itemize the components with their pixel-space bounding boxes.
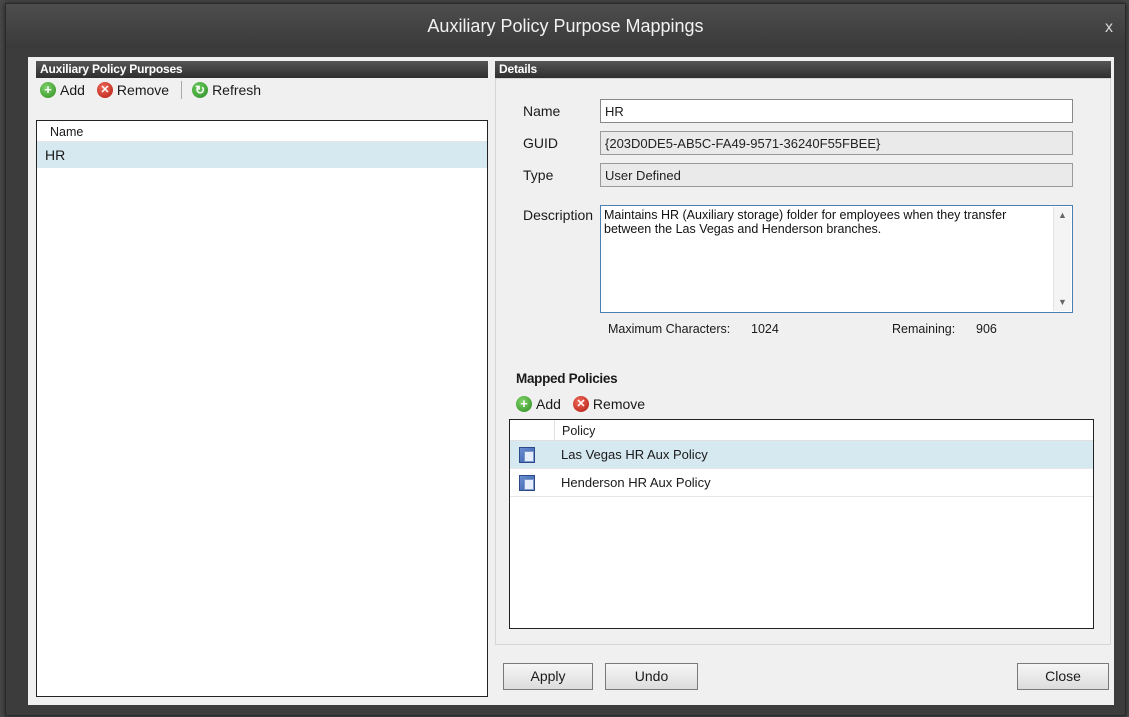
policy-name: Las Vegas HR Aux Policy [561,447,708,462]
close-button[interactable]: Close [1017,663,1109,690]
description-textarea[interactable]: Maintains HR (Auxiliary storage) folder … [600,205,1073,313]
mapped-policies-title: Mapped Policies [516,371,618,386]
details-panel-header: Details [495,61,1111,78]
type-label: Type [523,167,554,183]
policy-column-header[interactable]: Policy [510,420,1093,441]
remaining-label: Remaining: [892,322,956,336]
x-circle-icon: ✕ [572,396,589,412]
policy-document-icon [519,475,535,491]
purposes-list[interactable]: Name HR [36,120,488,697]
mapped-policies-toolbar: + Add ✕ Remove [516,392,657,416]
plus-circle-icon: + [516,396,532,412]
dialog-window: Auxiliary Policy Purpose Mappings x Auxi… [5,3,1126,716]
max-characters-value: 1024 [751,322,779,336]
guid-field: {203D0DE5-AB5C-FA49-9571-36240F55FBEE} [600,131,1073,155]
purposes-panel: Auxiliary Policy Purposes + Add ✕ Remove… [36,61,488,697]
close-window-button[interactable]: x [1105,19,1113,37]
policy-list-item[interactable]: Henderson HR Aux Policy [510,469,1093,497]
policy-document-icon [519,447,535,463]
title-bar: Auxiliary Policy Purpose Mappings x [6,4,1125,48]
policy-name: Henderson HR Aux Policy [561,475,711,490]
purposes-toolbar: + Add ✕ Remove ↻ Refresh [36,78,488,102]
description-label: Description [523,207,594,223]
window-title: Auxiliary Policy Purpose Mappings [427,16,704,36]
policy-column-header-label: Policy [562,424,596,438]
dialog-client-area: Auxiliary Policy Purposes + Add ✕ Remove… [28,57,1114,705]
details-body: Name HR GUID {203D0DE5-AB5C-FA49-9571-36… [495,78,1111,645]
toolbar-separator [181,81,183,99]
add-purpose-button[interactable]: + Add [40,82,85,98]
refresh-button[interactable]: ↻ Refresh [192,82,261,98]
remove-purpose-label: Remove [116,82,170,98]
add-policy-label: Add [536,396,561,412]
scroll-up-icon[interactable]: ▲ [1054,207,1071,224]
refresh-label: Refresh [212,82,262,98]
remove-policy-label: Remove [592,396,646,412]
column-separator [554,420,555,440]
scroll-down-icon[interactable]: ▼ [1054,294,1071,311]
mapped-policies-list[interactable]: Policy Las Vegas HR Aux Policy Henderson… [509,419,1094,629]
description-text: Maintains HR (Auxiliary storage) folder … [604,208,1007,236]
guid-label: GUID [523,135,558,151]
remove-policy-button[interactable]: ✕ Remove [572,396,646,412]
add-policy-button[interactable]: + Add [516,396,561,412]
refresh-icon: ↻ [192,82,209,98]
name-label: Name [523,103,561,119]
policy-list-item[interactable]: Las Vegas HR Aux Policy [510,441,1093,469]
purpose-list-item[interactable]: HR [37,142,487,168]
plus-circle-icon: + [40,82,56,98]
details-panel: Details Name HR GUID {203D0DE5-AB5C-FA49… [495,61,1111,645]
undo-button[interactable]: Undo [605,663,698,690]
description-scrollbar[interactable]: ▲ ▼ [1053,207,1071,311]
apply-button[interactable]: Apply [503,663,593,690]
name-field[interactable]: HR [600,99,1073,123]
remove-purpose-button[interactable]: ✕ Remove [96,82,170,98]
x-circle-icon: ✕ [96,82,113,98]
purposes-panel-header: Auxiliary Policy Purposes [36,61,488,78]
remaining-value: 906 [976,322,997,336]
type-field: User Defined [600,163,1073,187]
purpose-name: HR [45,147,66,163]
purposes-column-header-name[interactable]: Name [37,121,487,142]
add-purpose-label: Add [60,82,85,98]
max-characters-label: Maximum Characters: [608,322,731,336]
